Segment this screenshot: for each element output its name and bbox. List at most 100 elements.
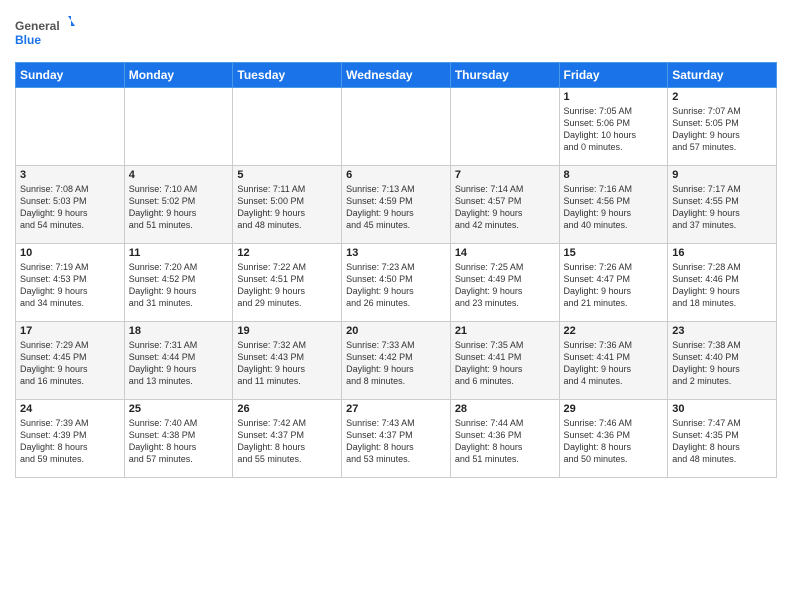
calendar-cell: 3 Sunrise: 7:08 AM Sunset: 5:03 PM Daylig… xyxy=(16,166,125,244)
cell-info: Sunrise: 7:46 AM Sunset: 4:36 PM Dayligh… xyxy=(564,417,664,466)
cell-info: Sunrise: 7:40 AM Sunset: 4:38 PM Dayligh… xyxy=(129,417,229,466)
day-number: 3 xyxy=(20,169,120,181)
cell-info: Sunrise: 7:38 AM Sunset: 4:40 PM Dayligh… xyxy=(672,339,772,388)
cell-info: Sunrise: 7:25 AM Sunset: 4:49 PM Dayligh… xyxy=(455,261,555,310)
calendar-cell: 25 Sunrise: 7:40 AM Sunset: 4:38 PM Dayli… xyxy=(124,400,233,478)
calendar-week-row: 24 Sunrise: 7:39 AM Sunset: 4:39 PM Dayli… xyxy=(16,400,777,478)
calendar-body: 1 Sunrise: 7:05 AM Sunset: 5:06 PM Daylig… xyxy=(16,88,777,478)
day-number: 13 xyxy=(346,247,446,259)
calendar-cell: 28 Sunrise: 7:44 AM Sunset: 4:36 PM Dayli… xyxy=(450,400,559,478)
day-number: 27 xyxy=(346,403,446,415)
calendar-cell: 22Sunrise: 7:36 AM Sunset: 4:41 PM Dayli… xyxy=(559,322,668,400)
calendar-cell: 13 Sunrise: 7:23 AM Sunset: 4:50 PM Dayli… xyxy=(342,244,451,322)
calendar-cell xyxy=(16,88,125,166)
calendar-week-row: 3 Sunrise: 7:08 AM Sunset: 5:03 PM Daylig… xyxy=(16,166,777,244)
day-number: 26 xyxy=(237,403,337,415)
day-number: 1 xyxy=(564,91,664,103)
day-number: 5 xyxy=(237,169,337,181)
calendar-cell: 23 Sunrise: 7:38 AM Sunset: 4:40 PM Dayli… xyxy=(668,322,777,400)
day-number: 7 xyxy=(455,169,555,181)
calendar-cell: 29 Sunrise: 7:46 AM Sunset: 4:36 PM Dayli… xyxy=(559,400,668,478)
day-number: 28 xyxy=(455,403,555,415)
cell-info: Sunrise: 7:13 AM Sunset: 4:59 PM Dayligh… xyxy=(346,183,446,232)
calendar-cell: 4Sunrise: 7:10 AM Sunset: 5:02 PM Daylig… xyxy=(124,166,233,244)
calendar-cell: 24 Sunrise: 7:39 AM Sunset: 4:39 PM Dayli… xyxy=(16,400,125,478)
day-number: 8 xyxy=(564,169,664,181)
cell-info: Sunrise: 7:11 AM Sunset: 5:00 PM Dayligh… xyxy=(237,183,337,232)
day-number: 24 xyxy=(20,403,120,415)
calendar-cell: 8 Sunrise: 7:16 AM Sunset: 4:56 PM Daylig… xyxy=(559,166,668,244)
header: General Blue xyxy=(15,10,777,54)
calendar-cell: 20 Sunrise: 7:33 AM Sunset: 4:42 PM Dayli… xyxy=(342,322,451,400)
calendar-week-row: 10 Sunrise: 7:19 AM Sunset: 4:53 PM Dayli… xyxy=(16,244,777,322)
day-number: 25 xyxy=(129,403,229,415)
calendar-cell xyxy=(233,88,342,166)
cell-info: Sunrise: 7:42 AM Sunset: 4:37 PM Dayligh… xyxy=(237,417,337,466)
cell-info: Sunrise: 7:19 AM Sunset: 4:53 PM Dayligh… xyxy=(20,261,120,310)
day-number: 30 xyxy=(672,403,772,415)
cell-info: Sunrise: 7:47 AM Sunset: 4:35 PM Dayligh… xyxy=(672,417,772,466)
day-number: 2 xyxy=(672,91,772,103)
calendar-table: SundayMondayTuesdayWednesdayThursdayFrid… xyxy=(15,62,777,478)
cell-info: Sunrise: 7:43 AM Sunset: 4:37 PM Dayligh… xyxy=(346,417,446,466)
day-number: 29 xyxy=(564,403,664,415)
day-number: 10 xyxy=(20,247,120,259)
day-number: 20 xyxy=(346,325,446,337)
calendar-cell: 5 Sunrise: 7:11 AM Sunset: 5:00 PM Daylig… xyxy=(233,166,342,244)
calendar-week-row: 1 Sunrise: 7:05 AM Sunset: 5:06 PM Daylig… xyxy=(16,88,777,166)
day-of-week-header: Wednesday xyxy=(342,63,451,88)
cell-info: Sunrise: 7:31 AM Sunset: 4:44 PM Dayligh… xyxy=(129,339,229,388)
calendar-cell: 12 Sunrise: 7:22 AM Sunset: 4:51 PM Dayli… xyxy=(233,244,342,322)
day-of-week-header: Tuesday xyxy=(233,63,342,88)
calendar-cell: 30 Sunrise: 7:47 AM Sunset: 4:35 PM Dayli… xyxy=(668,400,777,478)
cell-info: Sunrise: 7:08 AM Sunset: 5:03 PM Dayligh… xyxy=(20,183,120,232)
day-of-week-header: Sunday xyxy=(16,63,125,88)
days-of-week-row: SundayMondayTuesdayWednesdayThursdayFrid… xyxy=(16,63,777,88)
calendar-cell: 2 Sunrise: 7:07 AM Sunset: 5:05 PM Daylig… xyxy=(668,88,777,166)
calendar-cell: 16Sunrise: 7:28 AM Sunset: 4:46 PM Dayli… xyxy=(668,244,777,322)
cell-info: Sunrise: 7:44 AM Sunset: 4:36 PM Dayligh… xyxy=(455,417,555,466)
calendar-cell: 19 Sunrise: 7:32 AM Sunset: 4:43 PM Dayli… xyxy=(233,322,342,400)
svg-text:Blue: Blue xyxy=(15,33,41,47)
cell-info: Sunrise: 7:35 AM Sunset: 4:41 PM Dayligh… xyxy=(455,339,555,388)
calendar-cell: 18Sunrise: 7:31 AM Sunset: 4:44 PM Dayli… xyxy=(124,322,233,400)
cell-info: Sunrise: 7:28 AM Sunset: 4:46 PM Dayligh… xyxy=(672,261,772,310)
day-number: 6 xyxy=(346,169,446,181)
day-of-week-header: Monday xyxy=(124,63,233,88)
calendar-cell: 26 Sunrise: 7:42 AM Sunset: 4:37 PM Dayli… xyxy=(233,400,342,478)
cell-info: Sunrise: 7:39 AM Sunset: 4:39 PM Dayligh… xyxy=(20,417,120,466)
day-of-week-header: Saturday xyxy=(668,63,777,88)
day-number: 23 xyxy=(672,325,772,337)
day-number: 14 xyxy=(455,247,555,259)
cell-info: Sunrise: 7:10 AM Sunset: 5:02 PM Dayligh… xyxy=(129,183,229,232)
cell-info: Sunrise: 7:33 AM Sunset: 4:42 PM Dayligh… xyxy=(346,339,446,388)
calendar-cell xyxy=(124,88,233,166)
calendar-cell: 21 Sunrise: 7:35 AM Sunset: 4:41 PM Dayli… xyxy=(450,322,559,400)
day-number: 15 xyxy=(564,247,664,259)
cell-info: Sunrise: 7:14 AM Sunset: 4:57 PM Dayligh… xyxy=(455,183,555,232)
day-number: 21 xyxy=(455,325,555,337)
cell-info: Sunrise: 7:23 AM Sunset: 4:50 PM Dayligh… xyxy=(346,261,446,310)
logo-svg: General Blue xyxy=(15,14,75,54)
cell-info: Sunrise: 7:22 AM Sunset: 4:51 PM Dayligh… xyxy=(237,261,337,310)
cell-info: Sunrise: 7:26 AM Sunset: 4:47 PM Dayligh… xyxy=(564,261,664,310)
calendar-cell: 10 Sunrise: 7:19 AM Sunset: 4:53 PM Dayli… xyxy=(16,244,125,322)
calendar-week-row: 17Sunrise: 7:29 AM Sunset: 4:45 PM Dayli… xyxy=(16,322,777,400)
calendar-cell: 7 Sunrise: 7:14 AM Sunset: 4:57 PM Daylig… xyxy=(450,166,559,244)
calendar-cell: 27 Sunrise: 7:43 AM Sunset: 4:37 PM Dayli… xyxy=(342,400,451,478)
cell-info: Sunrise: 7:32 AM Sunset: 4:43 PM Dayligh… xyxy=(237,339,337,388)
cell-info: Sunrise: 7:16 AM Sunset: 4:56 PM Dayligh… xyxy=(564,183,664,232)
calendar-cell: 6 Sunrise: 7:13 AM Sunset: 4:59 PM Daylig… xyxy=(342,166,451,244)
calendar-cell: 11Sunrise: 7:20 AM Sunset: 4:52 PM Dayli… xyxy=(124,244,233,322)
logo: General Blue xyxy=(15,10,75,54)
day-number: 22 xyxy=(564,325,664,337)
day-number: 19 xyxy=(237,325,337,337)
cell-info: Sunrise: 7:05 AM Sunset: 5:06 PM Dayligh… xyxy=(564,105,664,154)
calendar-cell: 15 Sunrise: 7:26 AM Sunset: 4:47 PM Dayli… xyxy=(559,244,668,322)
day-number: 12 xyxy=(237,247,337,259)
day-of-week-header: Thursday xyxy=(450,63,559,88)
day-of-week-header: Friday xyxy=(559,63,668,88)
cell-info: Sunrise: 7:07 AM Sunset: 5:05 PM Dayligh… xyxy=(672,105,772,154)
cell-info: Sunrise: 7:29 AM Sunset: 4:45 PM Dayligh… xyxy=(20,339,120,388)
day-number: 9 xyxy=(672,169,772,181)
